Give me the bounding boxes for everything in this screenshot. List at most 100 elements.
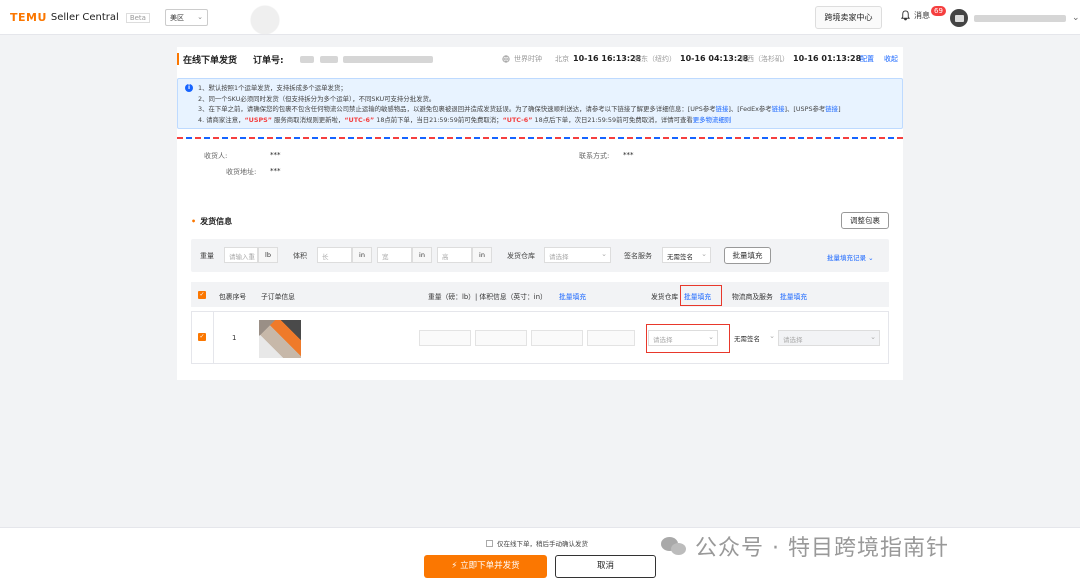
batch-fill-history-link[interactable]: 批量填充记录 ⌄ [827, 252, 874, 262]
col-package-no: 包裹序号 [219, 293, 247, 301]
table-row: ✓ 1 请选择 ⌄ 无需签名 ⌄ 请选择 ⌄ [191, 311, 889, 364]
table-header: ✓ 包裹序号 子订单信息 重量（磅：lb）| 体积信息（英寸：in） 批量填充 … [191, 282, 889, 307]
chevron-down-icon: ⌄ [769, 332, 775, 340]
warehouse-select[interactable]: 请选择 ⌄ [544, 247, 611, 263]
chevron-down-icon: ⌄ [701, 250, 707, 258]
config-link[interactable]: 配置 [860, 54, 874, 64]
submit-and-ship-button[interactable]: ⚡ 立即下单并发货 [424, 555, 547, 578]
top-navigation-bar: TEMU Seller Central Beta 美区 ⌄ 跨境卖家中心 消息 … [0, 0, 1080, 35]
height-input[interactable]: 高 [437, 247, 472, 263]
seller-center-button[interactable]: 跨境卖家中心 [815, 6, 882, 29]
checkbox-icon [486, 539, 493, 547]
fedex-link[interactable]: 链接 [772, 105, 785, 113]
panel-header: 在线下单发货 订单号: 世界时钟 北京 10-16 16:13:28 美东（纽约）… [177, 47, 903, 73]
select-all-checkbox[interactable]: ✓ [198, 291, 206, 299]
collapse-link[interactable]: 收起 [884, 54, 898, 64]
chevron-down-icon: ⌄ [870, 333, 876, 341]
chevron-down-icon: ⌄ [1072, 13, 1080, 23]
row-checkbox[interactable]: ✓ [198, 333, 206, 341]
product-thumbnail [259, 320, 301, 358]
temu-logo: TEMU [10, 11, 47, 24]
order-number-label: 订单号: [253, 56, 284, 66]
watermark-text: 公众号 · 特目跨境指南针 [695, 536, 949, 561]
globe-icon [502, 55, 510, 63]
manual-confirm-checkbox[interactable]: 仅在线下单，稍后手动确认发货 [486, 538, 588, 548]
cancel-button[interactable]: 取消 [555, 555, 656, 578]
row-weight-input[interactable] [419, 330, 471, 346]
decorative-banner [225, 0, 335, 35]
col-warehouse: 发货仓库 [651, 293, 679, 301]
user-menu[interactable]: ⌄ [950, 9, 1080, 27]
world-clock-label: 世界时钟 [514, 55, 542, 63]
username-blurred [974, 14, 1066, 22]
beta-badge: Beta [125, 12, 150, 23]
batch-filter-bar: 重量 请输入重 lb 体积 长 in 宽 in 高 in 发货仓库 请选择 ⌄ 签… [191, 239, 889, 272]
chevron-down-icon: ⌄ [601, 250, 607, 258]
page-title: 在线下单发货 [183, 56, 238, 66]
height-unit: in [472, 247, 492, 263]
col-sub-order: 子订单信息 [261, 293, 295, 301]
chevron-down-icon: ⌄ [197, 13, 203, 21]
sign-service-select[interactable]: 无需签名 ⌄ [662, 247, 711, 263]
manual-confirm-label: 仅在线下单，稍后手动确认发货 [497, 540, 588, 548]
weight-label: 重量 [200, 252, 214, 260]
row-width-input[interactable] [531, 330, 583, 346]
order-number-blurred [300, 56, 434, 65]
wechat-icon [661, 535, 687, 557]
messages-label: 消息 [914, 11, 930, 20]
row-length-input[interactable] [475, 330, 527, 346]
col-carrier: 物流商及服务 [732, 293, 773, 301]
section-title: • 发货信息 [191, 217, 233, 226]
contact-value: *** [623, 151, 634, 159]
ups-link[interactable]: 链接 [716, 105, 729, 113]
warehouse-label: 发货仓库 [507, 252, 535, 260]
info-icon: i [185, 84, 193, 92]
weight-unit: lb [258, 247, 278, 263]
product-name: Seller Central [50, 12, 119, 23]
recipient-name-label: 收货人: [204, 152, 228, 160]
shipping-notice: i 1、默认按照1个运单发货，支持拆成多个运单发货； 2、同一个SKU必须同时发… [177, 78, 903, 129]
col-weight-volume: 重量（磅：lb）| 体积信息（英寸：in） [428, 293, 547, 301]
package-index: 1 [232, 334, 237, 342]
length-unit: in [352, 247, 372, 263]
shipping-info-section: • 发货信息 调整包裹 重量 请输入重 lb 体积 长 in 宽 in 高 in … [177, 205, 903, 378]
address-label: 收货地址: [226, 168, 257, 176]
length-input[interactable]: 长 [317, 247, 352, 263]
volume-label: 体积 [293, 252, 307, 260]
timezone-los-angeles: 美西（洛杉矶） 10-16 01:13:28 [740, 54, 862, 63]
bell-icon [900, 10, 911, 21]
weight-input[interactable]: 请输入重 [224, 247, 258, 263]
world-clock: 世界时钟 [502, 54, 542, 64]
brand-logo[interactable]: TEMU Seller Central Beta [10, 11, 150, 24]
airmail-border-top [177, 137, 903, 139]
address-value: *** [270, 167, 281, 175]
timezone-beijing: 北京 10-16 16:13:28 [555, 54, 642, 63]
batch-fill-carrier-link[interactable]: 批量填充 [780, 291, 807, 301]
row-height-input[interactable] [587, 330, 635, 346]
batch-fill-weight-link[interactable]: 批量填充 [559, 291, 586, 301]
row-carrier-select[interactable]: 请选择 ⌄ [778, 330, 880, 346]
width-unit: in [412, 247, 432, 263]
highlight-box-warehouse [646, 324, 730, 353]
logistics-rules-link[interactable]: 更多物流细则 [693, 116, 731, 124]
avatar [950, 9, 968, 27]
region-value: 美区 [170, 14, 184, 22]
title-accent [177, 53, 179, 65]
batch-fill-button[interactable]: 批量填充 [724, 247, 771, 264]
adjust-package-button[interactable]: 调整包裹 [841, 212, 889, 229]
recipient-name-value: *** [270, 151, 281, 159]
action-footer: 仅在线下单，稍后手动确认发货 ⚡ 立即下单并发货 取消 公众号 · 特目跨境指南… [0, 527, 1080, 587]
messages-button[interactable]: 消息 [900, 10, 930, 21]
contact-label: 联系方式: [579, 152, 610, 160]
row-sign-service-select[interactable]: 无需签名 ⌄ [730, 330, 778, 346]
notice-text: 1、默认按照1个运单发货，支持拆成多个运单发货； 2、同一个SKU必须同时发货（… [198, 84, 841, 124]
messages-count-badge: 69 [931, 6, 946, 16]
highlight-box-batch-fill [680, 285, 722, 306]
usps-link[interactable]: 链接 [825, 105, 838, 113]
timezone-new-york: 美东（纽约） 10-16 04:13:28 [634, 54, 749, 63]
sign-service-label: 签名服务 [624, 252, 652, 260]
width-input[interactable]: 宽 [377, 247, 412, 263]
watermark: 公众号 · 特目跨境指南针 [661, 530, 949, 562]
lightning-icon: ⚡ [451, 561, 458, 571]
region-select[interactable]: 美区 ⌄ [165, 9, 208, 26]
